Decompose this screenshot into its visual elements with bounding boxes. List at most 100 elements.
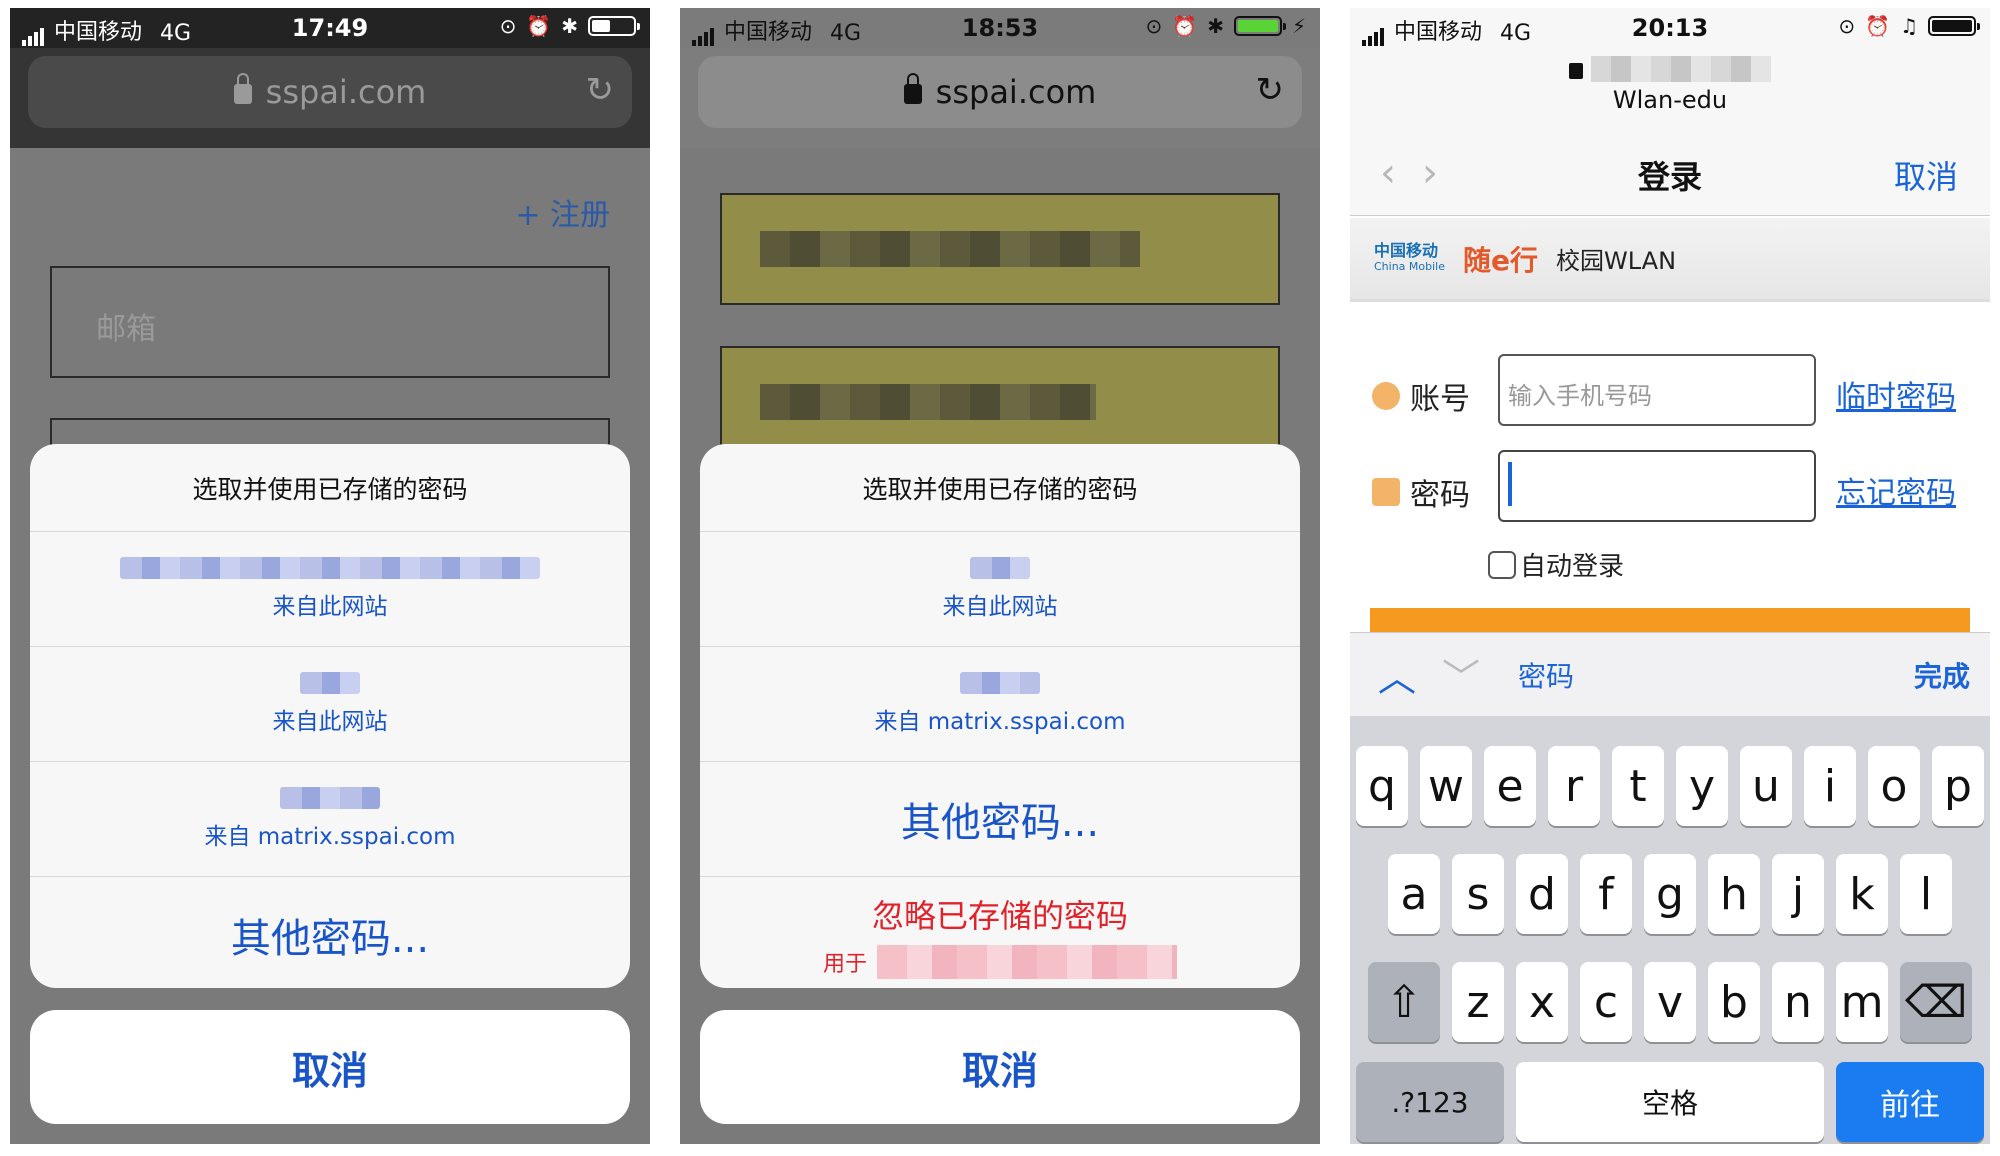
headphones-icon: ♫: [1900, 14, 1918, 38]
wlan-banner: 中国移动 China Mobile 随e行 校园WLAN: [1350, 218, 1990, 302]
forgot-password-link[interactable]: 忘记密码: [1836, 468, 1956, 512]
phone-screenshot-1: 中国移动 4G 17:49 ⊙ ⏰ ✱ sspai.com ↻ + 注册 邮箱 …: [10, 8, 650, 1144]
orientation-lock-icon: ⊙: [499, 14, 517, 38]
space-key[interactable]: 空格: [1516, 1062, 1824, 1142]
phone-screenshot-2: 中国移动 4G 18:53 ⊙ ⏰ ✱ ⚡ sspai.com ↻ 选取并使用已…: [680, 8, 1320, 1144]
key-b[interactable]: b: [1708, 962, 1760, 1042]
saved-account-item[interactable]: 来自此网站: [30, 532, 630, 647]
key-s[interactable]: s: [1452, 854, 1504, 934]
key-d[interactable]: d: [1516, 854, 1568, 934]
autofilled-username-field[interactable]: [720, 193, 1280, 305]
account-source: 来自此网站: [942, 594, 1058, 620]
email-field[interactable]: 邮箱: [50, 266, 610, 378]
status-bar: 中国移动 4G 18:53 ⊙ ⏰ ✱ ⚡: [680, 8, 1320, 48]
sheet-title: 选取并使用已存储的密码: [700, 444, 1300, 532]
blurred-value: [760, 231, 1140, 267]
lock-icon: [1372, 478, 1400, 506]
china-mobile-logo: 中国移动 China Mobile: [1374, 240, 1446, 273]
address-bar[interactable]: sspai.com ↻: [698, 56, 1302, 128]
key-g[interactable]: g: [1644, 854, 1696, 934]
orientation-lock-icon: ⊙: [1145, 14, 1163, 38]
address-bar[interactable]: sspai.com ↻: [28, 56, 632, 128]
key-i[interactable]: i: [1804, 746, 1856, 826]
user-icon: [1372, 382, 1400, 410]
key-r[interactable]: r: [1548, 746, 1600, 826]
battery-icon: [588, 16, 640, 36]
password-label: 密码: [1372, 470, 1470, 514]
key-m[interactable]: m: [1836, 962, 1888, 1042]
reload-icon[interactable]: ↻: [586, 70, 615, 110]
lock-icon: [1569, 63, 1583, 79]
key-u[interactable]: u: [1740, 746, 1792, 826]
url-text: sspai.com: [935, 73, 1097, 111]
auto-login-checkbox[interactable]: 自动登录: [1488, 546, 1624, 583]
key-o[interactable]: o: [1868, 746, 1920, 826]
go-key[interactable]: 前往: [1836, 1062, 1984, 1142]
key-a[interactable]: a: [1388, 854, 1440, 934]
lock-icon: [233, 73, 252, 104]
alarm-icon: ⏰: [1172, 14, 1198, 38]
orientation-lock-icon: ⊙: [1838, 14, 1856, 38]
cancel-button[interactable]: 取消: [30, 1010, 630, 1124]
autofilled-password-field[interactable]: [720, 346, 1280, 458]
previous-field-icon[interactable]: ︿: [1378, 647, 1416, 702]
key-y[interactable]: y: [1676, 746, 1728, 826]
password-input[interactable]: [1498, 450, 1816, 522]
phone-number-input[interactable]: 输入手机号码: [1498, 354, 1816, 426]
saved-account-item[interactable]: 来自此网站: [30, 647, 630, 762]
saved-account-item[interactable]: 来自 matrix.sspai.com: [30, 762, 630, 877]
key-p[interactable]: p: [1932, 746, 1984, 826]
key-c[interactable]: c: [1580, 962, 1632, 1042]
blurred-username: [300, 672, 360, 694]
cancel-button[interactable]: 取消: [700, 1010, 1300, 1124]
saved-account-item[interactable]: 来自 matrix.sspai.com: [700, 647, 1300, 762]
saved-account-item[interactable]: 来自此网站: [700, 532, 1300, 647]
key-q[interactable]: q: [1356, 746, 1408, 826]
blurred-site: [877, 944, 1177, 979]
blurred-value: [760, 384, 1096, 420]
key-n[interactable]: n: [1772, 962, 1824, 1042]
saved-password-sheet: 选取并使用已存储的密码 来自此网站 来自此网站 来自 matrix.sspai.…: [30, 444, 630, 988]
key-z[interactable]: z: [1452, 962, 1504, 1042]
other-passwords-button[interactable]: 其他密码...: [30, 877, 630, 988]
key-k[interactable]: k: [1836, 854, 1888, 934]
saved-password-sheet: 选取并使用已存储的密码 来自此网站 来自 matrix.sspai.com 其他…: [700, 444, 1300, 988]
key-w[interactable]: w: [1420, 746, 1472, 826]
alarm-icon: ⏰: [1865, 14, 1891, 38]
register-link[interactable]: + 注册: [515, 190, 610, 234]
keyboard-accessory-bar: ︿ ﹀ 密码 完成: [1350, 632, 1990, 716]
bluetooth-icon: ✱: [561, 14, 578, 38]
status-bar: 中国移动 4G 20:13 ⊙ ⏰ ♫ Wlan-edu: [1350, 8, 1990, 128]
key-v[interactable]: v: [1644, 962, 1696, 1042]
key-e[interactable]: e: [1484, 746, 1536, 826]
checkbox[interactable]: [1488, 550, 1516, 579]
next-field-icon[interactable]: ﹀: [1442, 647, 1480, 702]
battery-icon: [1928, 16, 1980, 36]
reload-icon[interactable]: ↻: [1256, 70, 1285, 110]
battery-icon: [1233, 16, 1286, 36]
sheet-title: 选取并使用已存储的密码: [30, 444, 630, 532]
shift-icon[interactable]: ⇧: [1368, 962, 1440, 1042]
key-h[interactable]: h: [1708, 854, 1760, 934]
ignore-saved-password-button[interactable]: 忽略已存储的密码 用于: [700, 877, 1300, 988]
status-bar: 中国移动 4G 17:49 ⊙ ⏰ ✱: [10, 8, 650, 48]
account-source: 来自此网站: [272, 709, 388, 735]
phone-screenshot-3: 中国移动 4G 20:13 ⊙ ⏰ ♫ Wlan-edu ‹› 登录 取消 中国…: [1350, 8, 1990, 1144]
key-j[interactable]: j: [1772, 854, 1824, 934]
done-button[interactable]: 完成: [1914, 655, 1970, 695]
temp-password-link[interactable]: 临时密码: [1836, 372, 1956, 416]
numbers-key[interactable]: .?123: [1356, 1062, 1504, 1142]
key-t[interactable]: t: [1612, 746, 1664, 826]
key-f[interactable]: f: [1580, 854, 1632, 934]
url-text: sspai.com: [265, 73, 427, 111]
autofill-password-button[interactable]: 密码: [1518, 655, 1574, 695]
key-l[interactable]: l: [1900, 854, 1952, 934]
blurred-username: [960, 672, 1040, 694]
cancel-button[interactable]: 取消: [1894, 152, 1958, 198]
charging-icon: ⚡: [1291, 14, 1306, 38]
key-x[interactable]: x: [1516, 962, 1568, 1042]
backspace-icon[interactable]: ⌫: [1900, 962, 1972, 1042]
keyboard: q w e r t y u i o p a s d f g h j k l ⇧ …: [1350, 716, 1990, 1144]
login-button[interactable]: [1370, 608, 1970, 634]
other-passwords-button[interactable]: 其他密码...: [700, 762, 1300, 877]
